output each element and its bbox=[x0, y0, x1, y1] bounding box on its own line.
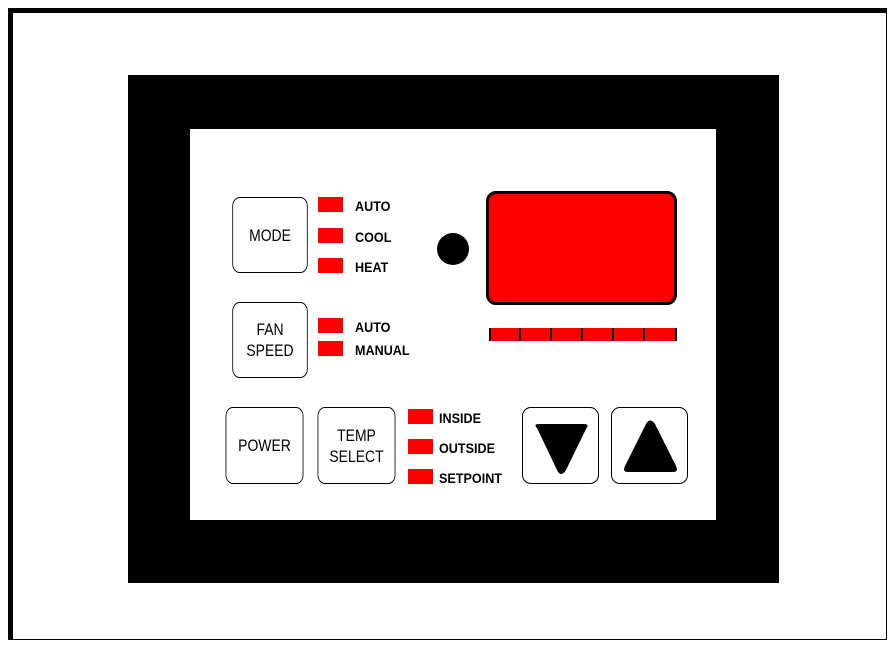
temp-outside-label: OUTSIDE bbox=[439, 440, 496, 456]
temp-outside-led bbox=[408, 439, 433, 454]
mode-heat-label: HEAT bbox=[355, 259, 389, 275]
mode-cool-led bbox=[318, 228, 343, 243]
fan-speed-label-line2: SPEED bbox=[246, 341, 294, 360]
temp-inside-led bbox=[408, 409, 433, 424]
fan-speed-label-line1: FAN bbox=[256, 320, 284, 339]
temp-up-button[interactable] bbox=[611, 407, 688, 484]
mode-heat-led bbox=[318, 258, 343, 273]
bargraph-segment bbox=[612, 328, 645, 341]
mode-auto-led bbox=[318, 197, 343, 212]
temp-select-button[interactable]: TEMP SELECT bbox=[317, 407, 396, 484]
temperature-display bbox=[486, 191, 677, 305]
mode-auto-label: AUTO bbox=[355, 198, 391, 214]
temp-setpoint-label: SETPOINT bbox=[439, 470, 503, 486]
power-button[interactable]: POWER bbox=[225, 407, 304, 484]
temp-select-label-line1: TEMP bbox=[337, 425, 376, 445]
mode-cool-label: COOL bbox=[355, 229, 392, 245]
mode-button[interactable]: MODE bbox=[232, 197, 308, 273]
level-bargraph bbox=[489, 328, 677, 341]
fan-speed-button[interactable]: FAN SPEED bbox=[232, 302, 308, 378]
mode-button-label: MODE bbox=[249, 225, 291, 245]
power-button-label: POWER bbox=[238, 436, 291, 455]
bargraph-segment bbox=[550, 328, 583, 341]
bargraph-segment bbox=[581, 328, 614, 341]
fan-manual-label: MANUAL bbox=[355, 342, 410, 358]
temp-down-button[interactable] bbox=[522, 407, 599, 484]
bargraph-segment bbox=[489, 328, 521, 341]
bargraph-segment bbox=[643, 328, 677, 341]
fan-auto-label: AUTO bbox=[355, 319, 391, 335]
up-triangle-icon bbox=[624, 420, 677, 472]
down-triangle-icon bbox=[535, 424, 588, 474]
fan-manual-led bbox=[318, 341, 343, 356]
fan-auto-led bbox=[318, 318, 343, 333]
light-sensor bbox=[437, 233, 469, 265]
temp-select-label-line2: SELECT bbox=[329, 446, 384, 466]
bargraph-segment bbox=[519, 328, 552, 341]
temp-inside-label: INSIDE bbox=[439, 410, 482, 426]
temp-setpoint-led bbox=[408, 469, 433, 484]
